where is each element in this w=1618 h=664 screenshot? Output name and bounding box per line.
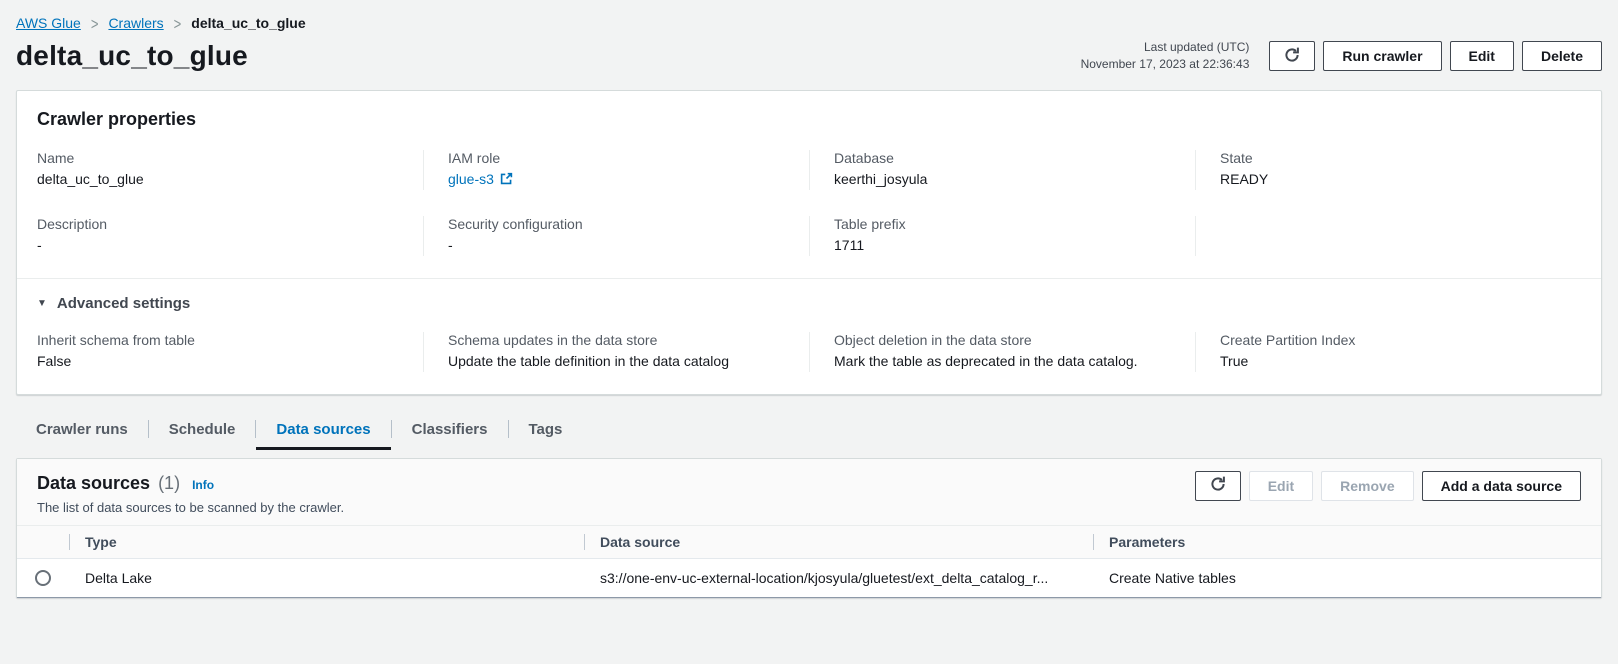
- field-value: Mark the table as deprecated in the data…: [834, 353, 1171, 369]
- last-updated: Last updated (UTC) November 17, 2023 at …: [1081, 39, 1250, 74]
- data-sources-count: (1): [158, 473, 180, 494]
- field-label: Name: [37, 150, 399, 166]
- page-header: delta_uc_to_glue Last updated (UTC) Nove…: [16, 39, 1602, 74]
- tab-tags[interactable]: Tags: [509, 417, 583, 450]
- refresh-button[interactable]: [1195, 471, 1241, 501]
- field-label: Inherit schema from table: [37, 332, 399, 348]
- field-database: Database keerthi_josyula: [809, 150, 1195, 190]
- row-radio-button[interactable]: [35, 570, 51, 586]
- refresh-icon: [1210, 476, 1226, 495]
- field-iam-role: IAM role glue-s3: [423, 150, 809, 190]
- delete-crawler-button[interactable]: Delete: [1522, 41, 1602, 71]
- crawler-state-value: READY: [1220, 171, 1557, 187]
- field-label: Object deletion in the data store: [834, 332, 1171, 348]
- cell-data-source: s3://one-env-uc-external-location/kjosyu…: [584, 570, 1093, 586]
- data-sources-description: The list of data sources to be scanned b…: [37, 500, 344, 515]
- column-header-data-source: Data source: [584, 534, 1093, 550]
- field-security-configuration: Security configuration -: [423, 216, 809, 256]
- chevron-right-icon: >: [174, 13, 182, 33]
- field-schema-updates: Schema updates in the data store Update …: [423, 332, 809, 372]
- field-value: 1711: [834, 237, 1171, 253]
- cell-type: Delta Lake: [69, 570, 584, 586]
- iam-role-link[interactable]: glue-s3: [448, 171, 513, 187]
- advanced-settings-toggle[interactable]: ▼ Advanced settings: [37, 295, 190, 312]
- caret-down-icon: ▼: [37, 298, 47, 309]
- table-row: Delta Lake s3://one-env-uc-external-loca…: [17, 559, 1601, 597]
- field-label: IAM role: [448, 150, 785, 166]
- field-value: keerthi_josyula: [834, 171, 1171, 187]
- column-header-type: Type: [69, 534, 584, 550]
- field-value: True: [1220, 353, 1557, 369]
- data-sources-header: Data sources (1) Info The list of data s…: [17, 459, 1601, 526]
- field-label: Description: [37, 216, 399, 232]
- field-inherit-schema: Inherit schema from table False: [37, 332, 423, 372]
- cell-parameters: Create Native tables: [1093, 570, 1601, 586]
- last-updated-label: Last updated (UTC): [1081, 39, 1250, 56]
- breadcrumb-link-aws-glue[interactable]: AWS Glue: [16, 15, 81, 31]
- edit-data-source-button[interactable]: Edit: [1249, 471, 1313, 501]
- last-updated-value: November 17, 2023 at 22:36:43: [1081, 56, 1250, 73]
- field-label: State: [1220, 150, 1557, 166]
- advanced-settings-grid: Inherit schema from table False Schema u…: [37, 332, 1581, 372]
- properties-grid: Name delta_uc_to_glue IAM role glue-s3: [37, 150, 1581, 256]
- header-actions: Last updated (UTC) November 17, 2023 at …: [1081, 39, 1602, 74]
- field-label: Schema updates in the data store: [448, 332, 785, 348]
- breadcrumb-link-crawlers[interactable]: Crawlers: [108, 15, 163, 31]
- page-title: delta_uc_to_glue: [16, 40, 248, 72]
- refresh-icon: [1284, 47, 1300, 66]
- field-object-deletion: Object deletion in the data store Mark t…: [809, 332, 1195, 372]
- data-sources-card: Data sources (1) Info The list of data s…: [16, 458, 1602, 598]
- field-value: Update the table definition in the data …: [448, 353, 785, 369]
- field-label: Database: [834, 150, 1171, 166]
- field-label: Table prefix: [834, 216, 1171, 232]
- tab-data-sources[interactable]: Data sources: [256, 417, 390, 450]
- edit-crawler-button[interactable]: Edit: [1450, 41, 1514, 71]
- add-data-source-button[interactable]: Add a data source: [1422, 471, 1581, 501]
- field-value: -: [37, 237, 399, 253]
- data-sources-actions: Edit Remove Add a data source: [1195, 471, 1581, 501]
- run-crawler-button[interactable]: Run crawler: [1323, 41, 1441, 71]
- tab-schedule[interactable]: Schedule: [149, 417, 256, 450]
- page: AWS Glue > Crawlers > delta_uc_to_glue d…: [0, 0, 1618, 598]
- column-header-parameters: Parameters: [1093, 534, 1601, 550]
- field-table-prefix: Table prefix 1711: [809, 216, 1195, 256]
- field-label: Security configuration: [448, 216, 785, 232]
- tab-bar: Crawler runs Schedule Data sources Class…: [16, 417, 1602, 450]
- field-partition-index: Create Partition Index True: [1195, 332, 1581, 372]
- remove-data-source-button[interactable]: Remove: [1321, 471, 1413, 501]
- field-state: State READY: [1195, 150, 1581, 190]
- breadcrumb-current: delta_uc_to_glue: [191, 15, 305, 31]
- field-label: Create Partition Index: [1220, 332, 1557, 348]
- field-value: -: [448, 237, 785, 253]
- tab-classifiers[interactable]: Classifiers: [392, 417, 508, 450]
- refresh-button[interactable]: [1269, 41, 1315, 71]
- crawler-properties-card: Crawler properties Name delta_uc_to_glue…: [16, 90, 1602, 395]
- tab-crawler-runs[interactable]: Crawler runs: [16, 417, 148, 450]
- field-description: Description -: [37, 216, 423, 256]
- chevron-right-icon: >: [91, 13, 99, 33]
- table-header-row: Type Data source Parameters: [17, 526, 1601, 559]
- info-link[interactable]: Info: [192, 478, 214, 492]
- advanced-settings-label: Advanced settings: [57, 295, 190, 312]
- external-link-icon: [500, 172, 513, 185]
- iam-role-link-text: glue-s3: [448, 171, 494, 187]
- data-sources-title: Data sources: [37, 473, 150, 494]
- section-divider: [17, 278, 1601, 279]
- crawler-properties-title: Crawler properties: [37, 109, 1581, 130]
- field-value: delta_uc_to_glue: [37, 171, 399, 187]
- field-value: False: [37, 353, 399, 369]
- breadcrumb: AWS Glue > Crawlers > delta_uc_to_glue: [16, 0, 1602, 31]
- field-name: Name delta_uc_to_glue: [37, 150, 423, 190]
- data-sources-table: Type Data source Parameters Delta Lake s…: [17, 526, 1601, 597]
- field-empty: [1195, 216, 1581, 256]
